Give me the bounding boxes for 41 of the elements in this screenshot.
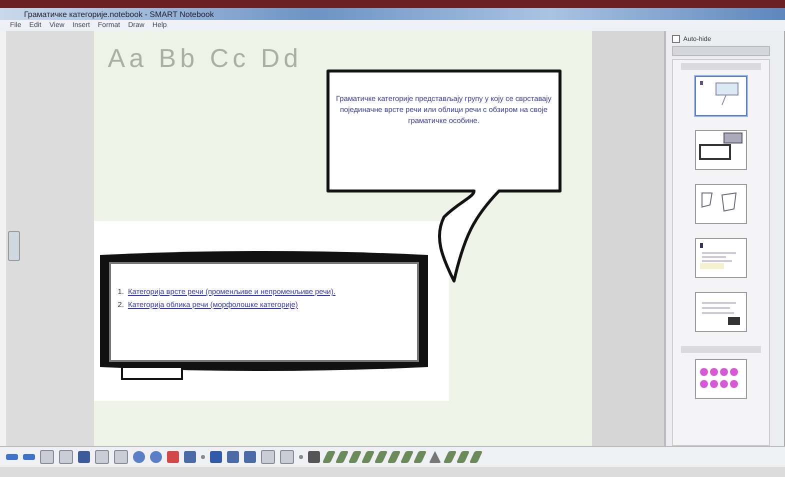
toolbar-icon[interactable] xyxy=(308,451,320,463)
toolbar-icon[interactable] xyxy=(299,455,303,459)
toolbar-icon[interactable] xyxy=(261,450,275,464)
toolbar-icon[interactable] xyxy=(40,450,54,464)
page-thumbnail[interactable] xyxy=(695,238,748,278)
auto-hide-checkbox[interactable] xyxy=(672,35,680,43)
page-thumbnail[interactable] xyxy=(695,184,748,224)
toolbar-icon[interactable] xyxy=(244,451,256,463)
toolbar-icon[interactable] xyxy=(150,451,162,463)
page-thumbnail[interactable] xyxy=(695,292,748,332)
toolbar-icon[interactable] xyxy=(59,450,73,464)
toolbar-icon[interactable] xyxy=(167,451,179,463)
toolbar-icon[interactable] xyxy=(133,451,145,463)
toolbar-icon[interactable] xyxy=(413,451,427,463)
alphabet-text: Aa Bb Cc Dd xyxy=(108,43,302,74)
toolbar-icon[interactable] xyxy=(469,451,483,463)
toolbar-icon[interactable] xyxy=(184,451,196,463)
toolbar-icon[interactable] xyxy=(348,451,362,463)
toolbar-icon[interactable] xyxy=(387,451,401,463)
page-thumbnail[interactable] xyxy=(695,359,748,399)
toolbar-icon[interactable] xyxy=(456,451,470,463)
side-tab[interactable] xyxy=(8,231,20,261)
toolbar-icon[interactable] xyxy=(322,451,336,463)
toolbar-icon[interactable] xyxy=(374,451,388,463)
toolbar-icon[interactable] xyxy=(114,450,128,464)
toolbar-icon[interactable] xyxy=(335,451,349,463)
page-thumbnail[interactable] xyxy=(695,76,748,116)
toolbar-icon[interactable] xyxy=(361,451,375,463)
page-thumbnail[interactable] xyxy=(695,130,748,170)
toolbar-icon[interactable] xyxy=(429,451,441,463)
toolbar-icon[interactable] xyxy=(6,454,18,460)
toolbar-icon[interactable] xyxy=(400,451,414,463)
toolbar-icon[interactable] xyxy=(201,455,205,459)
window-title: Граматичке категорије.notebook - SMART Notebook xyxy=(24,10,214,18)
toolbar-icon[interactable] xyxy=(227,451,239,463)
toolbar-icon[interactable] xyxy=(210,451,222,463)
toolbar-icon[interactable] xyxy=(95,450,109,464)
toolbar-icon[interactable] xyxy=(78,451,90,463)
toolbar-icon[interactable] xyxy=(280,450,294,464)
toolbar-icon[interactable] xyxy=(443,451,457,463)
toolbar-icon[interactable] xyxy=(23,454,35,460)
